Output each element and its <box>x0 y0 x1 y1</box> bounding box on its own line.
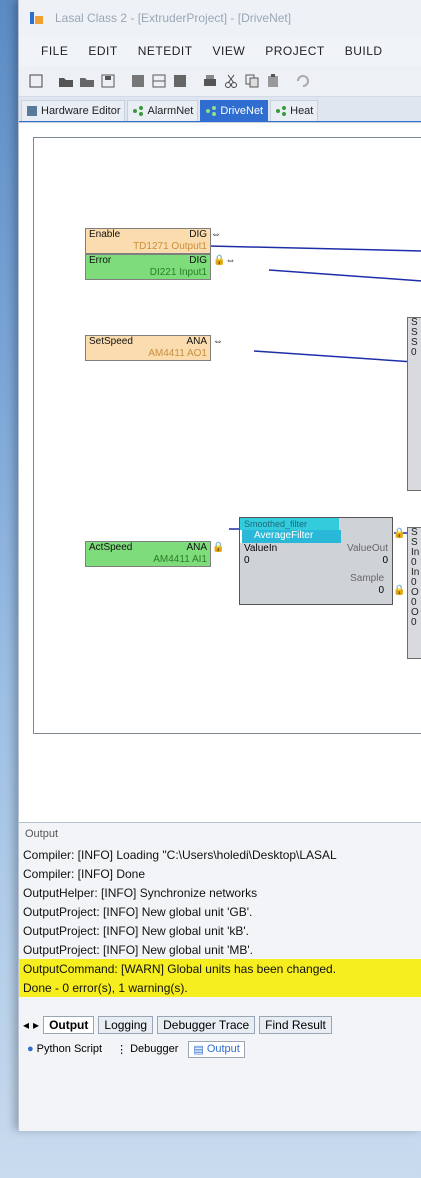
output-panel: Output Compiler: [INFO] Loading "C:\User… <box>19 822 421 1131</box>
tab-debugger[interactable]: ⋮ Debugger <box>112 1042 182 1057</box>
print-icon[interactable] <box>201 72 219 90</box>
connection-lines <box>208 245 421 534</box>
grid-icon[interactable] <box>171 72 189 90</box>
menu-project[interactable]: PROJECT <box>265 44 325 58</box>
output-line: OutputProject: [INFO] New global unit 'M… <box>23 942 254 957</box>
filter-input-value: 0 <box>244 555 250 566</box>
tab-logging[interactable]: Logging <box>98 1016 154 1034</box>
tab-label: Python Script <box>36 1043 103 1055</box>
app-window: Lasal Class 2 - [ExtruderProject] - [Dri… <box>18 0 421 1131</box>
tab-output-pane[interactable]: ▤ Output <box>188 1040 245 1058</box>
new-file-icon[interactable] <box>27 72 45 90</box>
menu-netedit[interactable]: NETEDIT <box>138 44 193 58</box>
block-type: ANA <box>186 542 207 553</box>
output-line: Compiler: [INFO] Loading "C:\Users\holed… <box>23 847 337 862</box>
pane-tabs: ● Python Script ⋮ Debugger ▤ Output <box>19 1038 245 1060</box>
connector-icon: ⇔ <box>211 229 221 240</box>
output-icon: ▤ <box>193 1043 204 1056</box>
block-name: SetSpeed <box>89 336 133 347</box>
view-icon[interactable] <box>150 72 168 90</box>
setspeed-block[interactable]: SetSpeed ANA AM4411 AO1 <box>85 335 211 361</box>
debugger-icon: ⋮ <box>116 1043 128 1056</box>
average-filter-block[interactable]: Smoothed_filter AverageFilter ValueIn Va… <box>239 517 393 605</box>
filter-output-name: ValueOut <box>347 543 388 554</box>
block-type: DIG <box>189 255 207 266</box>
block-name: ActSpeed <box>89 542 133 553</box>
menu-view[interactable]: VIEW <box>213 44 246 58</box>
tab-label: DriveNet <box>220 105 264 117</box>
save-all-icon[interactable] <box>129 72 147 90</box>
output-line: OutputProject: [INFO] New global unit 'k… <box>23 923 250 938</box>
python-icon: ● <box>27 1043 34 1055</box>
menu-edit[interactable]: EDIT <box>88 44 117 58</box>
menu-build[interactable]: BUILD <box>345 44 383 58</box>
open-folder-icon[interactable] <box>57 72 75 90</box>
tab-debugger-trace[interactable]: Debugger Trace <box>157 1016 256 1034</box>
lock-icon: 🔒⇔ <box>213 255 236 266</box>
app-logo-icon <box>30 12 43 24</box>
filter-title: AverageFilter <box>240 530 341 543</box>
actspeed-block[interactable]: ActSpeed ANA AM4411 AI1 <box>85 541 211 567</box>
tab-output[interactable]: Output <box>43 1016 95 1034</box>
menu-bar: FILE EDIT NETEDIT VIEW PROJECT BUILD <box>19 36 421 66</box>
output-summary-line: Done - 0 error(s), 1 warning(s). <box>19 978 421 997</box>
output-line: Compiler: [INFO] Done <box>23 866 146 881</box>
tab-alarmnet[interactable]: AlarmNet <box>127 100 199 121</box>
block-address: TD1271 Output1 <box>133 241 207 252</box>
net-icon <box>133 106 144 116</box>
output-line: OutputProject: [INFO] New global unit 'G… <box>23 904 253 919</box>
output-tabs: ◂ ▸ Output Logging Debugger Trace Find R… <box>19 1014 332 1036</box>
filter-header-top: Smoothed_filter <box>240 518 339 530</box>
block-type: ANA <box>186 336 207 347</box>
menu-file[interactable]: FILE <box>41 44 68 58</box>
tab-label: Heat <box>290 105 314 117</box>
network-editor[interactable]: Enable DIG TD1271 Output1 ⇔ Error DIG DI22… <box>19 122 421 823</box>
tab-label: Output <box>206 1043 240 1055</box>
copy-icon[interactable] <box>243 72 261 90</box>
tab-drivenet[interactable]: DriveNet <box>200 100 269 121</box>
block-name: Enable <box>89 229 121 240</box>
enable-block[interactable]: Enable DIG TD1271 Output1 <box>85 228 211 254</box>
filter-input-name: ValueIn <box>244 543 278 554</box>
paste-icon[interactable] <box>264 72 282 90</box>
tab-find-result[interactable]: Find Result <box>259 1016 332 1034</box>
filter-sample-label: Sample <box>350 573 384 584</box>
tab-hardware-editor[interactable]: Hardware Editor <box>21 100 126 121</box>
block-type: DIG <box>189 229 207 240</box>
lock-icon: 🔒 <box>393 528 406 539</box>
scroll-right-icon[interactable]: ▸ <box>33 1018 39 1032</box>
tab-label: AlarmNet <box>147 105 194 117</box>
filter-output-value: 0 <box>382 555 388 566</box>
drive-block-bottom[interactable]: S S In 0 In 0 O 0 O 0 <box>407 527 421 659</box>
lock-icon: 🔒 <box>212 542 225 553</box>
net-icon <box>276 106 287 116</box>
window-title: Lasal Class 2 - [ExtruderProject] - [Dri… <box>55 11 292 25</box>
save-icon[interactable] <box>99 72 117 90</box>
toolbar <box>19 66 421 97</box>
filter-sample-value: 0 <box>378 585 384 596</box>
block-address: DI221 Input1 <box>149 267 207 278</box>
tab-heat[interactable]: Heat <box>270 100 319 121</box>
block-address: AM4411 AO1 <box>148 348 207 359</box>
cut-icon[interactable] <box>222 72 240 90</box>
error-block[interactable]: Error DIG DI221 Input1 <box>85 254 211 280</box>
tab-python-script[interactable]: ● Python Script <box>23 1042 106 1056</box>
output-warning-line: OutputCommand: [WARN] Global units has b… <box>19 959 421 978</box>
hardware-icon <box>27 106 37 116</box>
block-address: AM4411 AI1 <box>153 554 207 565</box>
tab-label: Hardware Editor <box>41 105 121 117</box>
lock-icon: 🔒 <box>393 585 406 596</box>
drive-block-top[interactable]: SSS0 <box>407 317 421 491</box>
document-tabs: Hardware Editor AlarmNet DriveNet Heat <box>19 97 421 123</box>
net-icon <box>206 106 217 116</box>
block-name: Error <box>89 255 112 266</box>
tab-label: Debugger <box>130 1043 179 1055</box>
output-line: OutputHelper: [INFO] Synchronize network… <box>23 885 258 900</box>
scroll-left-icon[interactable]: ◂ <box>23 1018 29 1032</box>
title-bar: Lasal Class 2 - [ExtruderProject] - [Dri… <box>19 0 421 36</box>
open-project-icon[interactable] <box>78 72 96 90</box>
connector-icon: ⇔ <box>213 336 223 347</box>
undo-icon[interactable] <box>294 72 312 90</box>
output-title: Output <box>25 828 59 840</box>
